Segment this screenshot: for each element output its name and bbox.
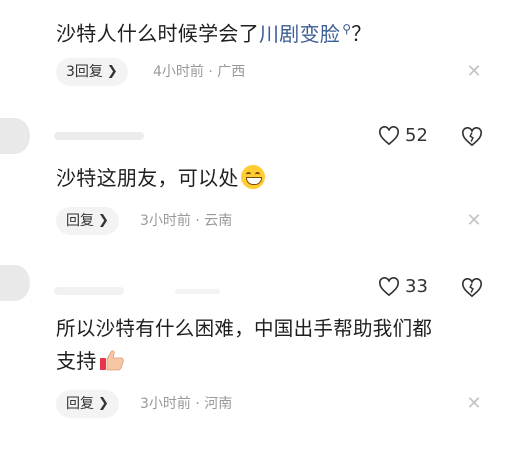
close-icon[interactable]: ✕: [465, 62, 483, 82]
reply-label: 回复: [66, 396, 94, 412]
comment-time: 4小时前: [153, 64, 204, 80]
comment-3-body-line2: 支持: [56, 346, 496, 376]
username-blurred[interactable]: [54, 132, 144, 140]
like-count: 52: [405, 125, 428, 146]
topic-link-label: 川剧变脸: [259, 21, 341, 46]
reply-label: 回复: [66, 213, 94, 229]
comment-time: 3小时前: [140, 213, 191, 229]
meta-separator: ·: [195, 213, 200, 229]
heart-outline-icon: [379, 125, 399, 145]
comment-2-body: 沙特这朋友，可以处: [56, 166, 239, 190]
comment-1-question-mark: ？: [351, 21, 372, 46]
like-button[interactable]: 52: [378, 125, 428, 146]
reply-label: 3回复: [66, 64, 103, 80]
username-blurred[interactable]: [175, 289, 220, 294]
search-icon: ⚲: [342, 22, 352, 36]
comment-location: 广西: [217, 64, 246, 80]
comment-meta: 4小时前 · 广西: [153, 58, 245, 86]
chevron-right-icon: ❯: [98, 213, 109, 228]
comment-meta: 3小时前 · 河南: [140, 390, 232, 418]
avatar[interactable]: [0, 118, 30, 154]
grinning-face-emoji: [240, 165, 265, 189]
comment-3-body-line1: 所以沙特有什么困难，中国出手帮助我们都: [56, 317, 433, 340]
broken-heart-icon[interactable]: [461, 127, 483, 147]
comment-time: 3小时前: [140, 396, 191, 412]
like-count: 33: [405, 276, 428, 297]
username-blurred[interactable]: [54, 287, 124, 295]
comment-3-body-end: 支持: [56, 349, 97, 373]
meta-separator: ·: [208, 64, 213, 80]
avatar[interactable]: [0, 265, 30, 301]
comment-location: 河南: [204, 396, 233, 412]
comment-1-body: 沙特人什么时候学会了: [56, 21, 259, 46]
close-icon[interactable]: ✕: [465, 394, 483, 414]
topic-link[interactable]: 川剧变脸 ⚲: [259, 22, 351, 46]
comment-2-text: 沙特这朋友，可以处: [56, 163, 265, 193]
meta-separator: ·: [195, 396, 200, 412]
comment-meta: 3小时前 · 云南: [140, 207, 232, 235]
reply-button[interactable]: 回复 ❯: [56, 390, 119, 418]
heart-outline-icon: [379, 276, 399, 296]
comment-3-text: 所以沙特有什么困难，中国出手帮助我们都 支持: [56, 314, 496, 376]
close-icon[interactable]: ✕: [465, 211, 483, 231]
comment-location: 云南: [204, 213, 233, 229]
comment-1-text: 沙特人什么时候学会了川剧变脸 ⚲？: [56, 14, 372, 49]
chevron-right-icon: ❯: [106, 64, 118, 79]
reply-button[interactable]: 回复 ❯: [56, 207, 119, 235]
broken-heart-icon[interactable]: [461, 278, 483, 298]
thumbs-up-emoji: [99, 350, 124, 371]
reply-button[interactable]: 3回复 ❯: [56, 58, 128, 86]
chevron-right-icon: ❯: [98, 396, 109, 411]
like-button[interactable]: 33: [378, 276, 428, 297]
